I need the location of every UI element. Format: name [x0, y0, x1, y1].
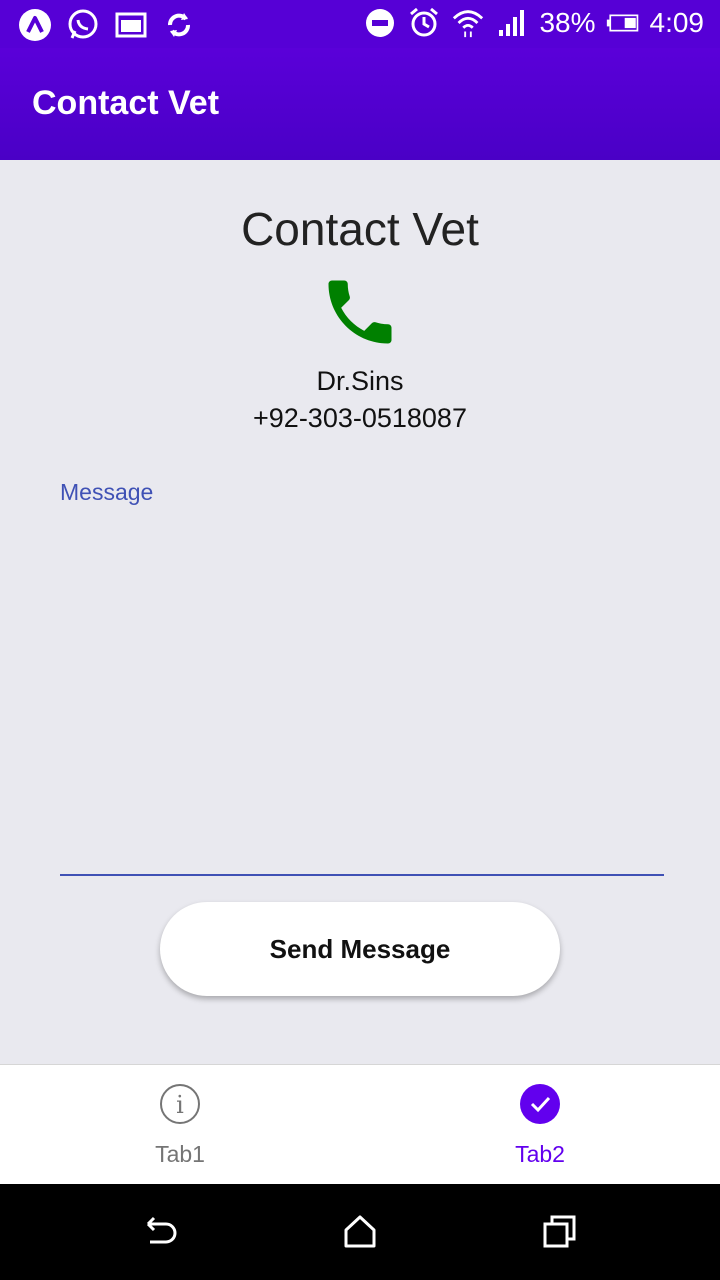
app-bar-title: Contact Vet: [32, 84, 220, 122]
vet-name: Dr.Sins: [316, 366, 404, 396]
app-logo-icon: [18, 8, 52, 42]
tab-2[interactable]: Tab2: [360, 1065, 720, 1185]
do-not-disturb-icon: [363, 6, 397, 40]
status-bar: 38% 4:09: [0, 0, 720, 48]
home-icon[interactable]: [340, 1212, 380, 1252]
tab-1[interactable]: i Tab1: [0, 1065, 360, 1185]
system-nav-bar: [0, 1184, 720, 1280]
contact-vet-screen: Contact Vet Dr.Sins +92-303-0518087 Mess…: [0, 160, 720, 1064]
alarm-icon: [407, 6, 441, 40]
status-left-icons: [18, 8, 196, 42]
sync-icon: [162, 8, 196, 42]
battery-percent: 38%: [539, 7, 596, 38]
send-message-button[interactable]: Send Message: [160, 902, 560, 996]
signal-icon: [495, 6, 529, 40]
svg-text:i: i: [176, 1091, 184, 1119]
recents-icon[interactable]: [540, 1212, 580, 1252]
battery-icon: [606, 6, 640, 40]
page-title: Contact Vet: [241, 203, 479, 255]
app-bar: Contact Vet: [0, 48, 720, 160]
phone-icon[interactable]: [318, 270, 402, 354]
whatsapp-icon: [66, 8, 100, 42]
bottom-tab-bar: i Tab1 Tab2: [0, 1064, 720, 1185]
gallery-icon: [114, 8, 148, 42]
wifi-icon: [451, 6, 485, 40]
vet-phone-number[interactable]: +92-303-0518087: [0, 403, 720, 434]
tab-2-label: Tab2: [515, 1141, 565, 1167]
message-input[interactable]: [60, 514, 664, 876]
status-time: 4:09: [649, 7, 705, 38]
back-icon[interactable]: [140, 1212, 180, 1252]
check-circle-icon: [520, 1084, 560, 1124]
info-icon: i: [160, 1084, 200, 1124]
tab-1-label: Tab1: [155, 1141, 205, 1167]
status-right-icons: 38% 4:09: [363, 6, 704, 40]
message-label: Message: [60, 479, 154, 505]
